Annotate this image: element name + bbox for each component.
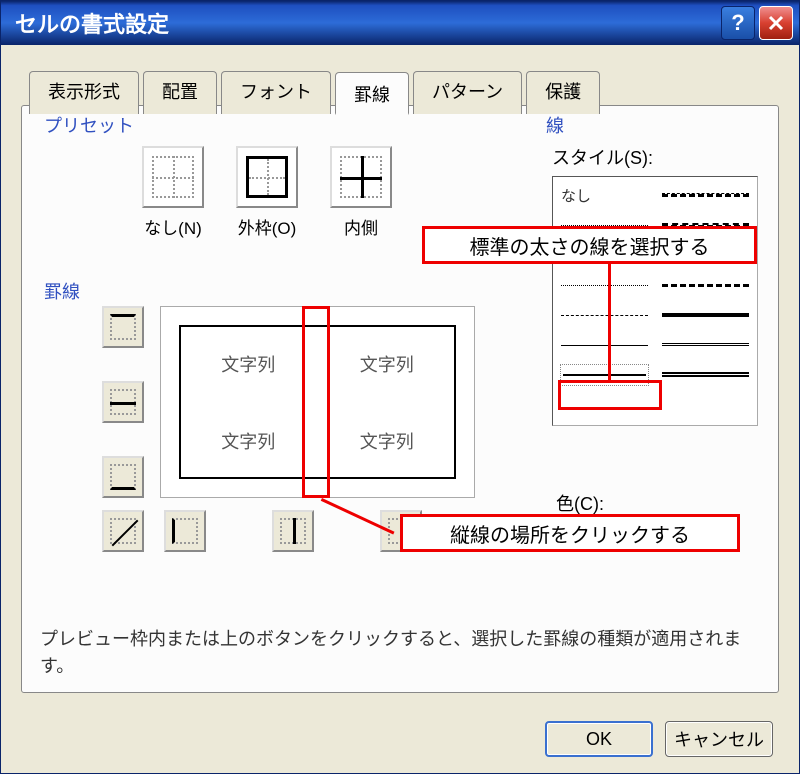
linestyle-opt[interactable] bbox=[662, 305, 749, 325]
dialog-body: 表示形式 配置 フォント 罫線 パターン 保護 プリセット 罫線 線 なし(N)… bbox=[1, 45, 799, 773]
border-group-label: 罫線 bbox=[40, 278, 84, 304]
window-title: セルの書式設定 bbox=[7, 7, 717, 39]
annotation-vertical-highlight bbox=[302, 306, 330, 498]
border-btn-diag-up[interactable] bbox=[102, 510, 144, 552]
preset-outer-icon bbox=[236, 146, 298, 208]
preset-outer-label: 外枠(O) bbox=[238, 214, 297, 239]
preset-inner[interactable]: 内側 bbox=[330, 146, 392, 239]
tab-border[interactable]: 罫線 bbox=[335, 72, 409, 115]
annotation-connector-1 bbox=[608, 264, 611, 382]
border-btn-hmiddle[interactable] bbox=[102, 381, 144, 423]
dialog-buttons: OK キャンセル bbox=[545, 721, 773, 757]
preview-cell: 文字列 bbox=[179, 402, 318, 479]
titlebar: セルの書式設定 ? bbox=[1, 1, 799, 45]
preset-none[interactable]: なし(N) bbox=[142, 146, 204, 239]
annotation-click-vertical: 縦線の場所をクリックする bbox=[400, 514, 740, 552]
dialog-window: セルの書式設定 ? 表示形式 配置 フォント 罫線 パターン 保護 プリセット … bbox=[0, 0, 800, 774]
help-button[interactable]: ? bbox=[721, 6, 755, 40]
close-icon bbox=[767, 14, 785, 32]
tab-number-format[interactable]: 表示形式 bbox=[29, 71, 139, 114]
preset-none-label: なし(N) bbox=[144, 214, 202, 239]
preset-row: なし(N) 外枠(O) 内側 bbox=[142, 146, 392, 239]
preview-cell: 文字列 bbox=[318, 402, 457, 479]
linestyle-opt[interactable] bbox=[662, 185, 749, 205]
preset-none-icon bbox=[142, 146, 204, 208]
border-panel: プリセット 罫線 線 なし(N) 外枠(O) 内側 bbox=[21, 105, 779, 693]
preset-inner-label: 内側 bbox=[344, 214, 378, 239]
ok-button[interactable]: OK bbox=[545, 721, 653, 757]
close-button[interactable] bbox=[759, 6, 793, 40]
border-btn-bottom[interactable] bbox=[102, 456, 144, 498]
border-btn-top[interactable] bbox=[102, 306, 144, 348]
preview-cell: 文字列 bbox=[179, 325, 318, 402]
linestyle-opt[interactable] bbox=[561, 335, 648, 355]
style-label: スタイル(S): bbox=[552, 144, 758, 170]
preset-group-label: プリセット bbox=[40, 112, 138, 138]
color-label: 色(C): bbox=[556, 490, 604, 516]
preset-inner-icon bbox=[330, 146, 392, 208]
annotation-select-line: 標準の太さの線を選択する bbox=[422, 226, 757, 264]
tab-alignment[interactable]: 配置 bbox=[143, 71, 217, 114]
hint-text: プレビュー枠内または上のボタンをクリックすると、選択した罫線の種類が適用されます… bbox=[40, 626, 760, 680]
border-btn-left[interactable] bbox=[164, 510, 206, 552]
linestyle-opt[interactable] bbox=[662, 275, 749, 295]
tab-pattern[interactable]: パターン bbox=[413, 71, 522, 114]
linestyle-none[interactable]: なし bbox=[561, 185, 648, 205]
line-group-label: 線 bbox=[542, 112, 568, 138]
linestyle-opt[interactable] bbox=[662, 365, 749, 385]
linestyle-opt[interactable] bbox=[561, 305, 648, 325]
linestyle-opt[interactable] bbox=[561, 275, 648, 295]
border-btn-vmiddle[interactable] bbox=[272, 510, 314, 552]
tab-bar: 表示形式 配置 フォント 罫線 パターン 保護 bbox=[29, 71, 604, 114]
preset-outer[interactable]: 外枠(O) bbox=[236, 146, 298, 239]
preview-cell: 文字列 bbox=[318, 325, 457, 402]
tab-protection[interactable]: 保護 bbox=[526, 71, 600, 114]
annotation-linestyle-highlight bbox=[558, 380, 662, 410]
linestyle-opt[interactable] bbox=[662, 335, 749, 355]
cancel-button[interactable]: キャンセル bbox=[665, 721, 773, 757]
tab-font[interactable]: フォント bbox=[221, 71, 331, 114]
